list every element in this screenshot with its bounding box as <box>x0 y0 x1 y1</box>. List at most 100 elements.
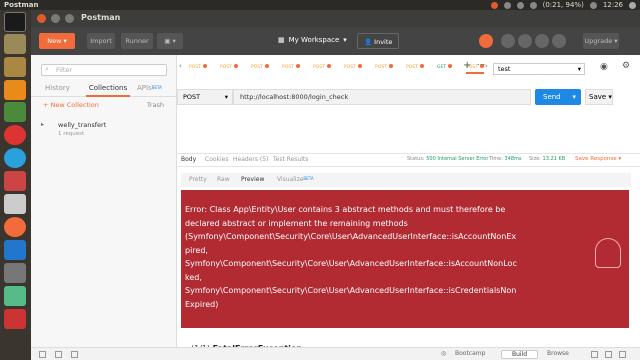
bootcamp-button[interactable]: Bootcamp <box>455 350 485 357</box>
save-label: Save <box>589 93 607 101</box>
environment-select[interactable]: test ▾ <box>493 63 585 75</box>
chevron-left-icon[interactable]: ‹ <box>179 62 182 70</box>
environment-value: test <box>498 65 511 73</box>
tool-icon[interactable] <box>4 171 26 191</box>
view-raw[interactable]: Raw <box>217 176 230 183</box>
ghost-icon <box>595 238 621 268</box>
tab-cookies[interactable]: Cookies <box>205 156 229 163</box>
chrome-icon[interactable] <box>4 125 26 145</box>
save-response-button[interactable]: Save Response ▾ <box>575 156 621 162</box>
files-icon[interactable] <box>4 34 26 54</box>
view-pretty[interactable]: Pretty <box>189 176 207 183</box>
satellite-icon[interactable] <box>501 34 515 48</box>
trash-button[interactable]: Trash <box>147 101 164 109</box>
time-label: Time: <box>489 156 503 162</box>
browse-button[interactable]: Browse <box>547 350 569 357</box>
layout-icon[interactable] <box>591 351 598 358</box>
tab-apis[interactable]: APIsBETA <box>137 81 162 97</box>
request-tabs: ‹ POST POST POST POST POST POST POST POS… <box>177 61 489 75</box>
filter-input[interactable]: Filter <box>41 64 167 76</box>
import-button[interactable]: Import <box>87 33 115 49</box>
send-button[interactable]: Send ▾ <box>535 89 581 105</box>
bootcamp-icon[interactable]: ◎ <box>441 350 446 357</box>
collection-item[interactable]: ▸ welly_transfert 1 request <box>41 121 171 137</box>
tab-headers[interactable]: Headers (5) <box>233 156 268 163</box>
gear-icon[interactable]: ⚙ <box>622 61 630 71</box>
archive-icon[interactable] <box>4 263 26 283</box>
maximize-window-button[interactable] <box>65 14 74 23</box>
clock[interactable]: 12:26 <box>603 0 623 10</box>
terminal-icon[interactable] <box>4 12 26 32</box>
sync-icon[interactable] <box>479 34 493 48</box>
save-button[interactable]: Save ▾ <box>585 89 613 105</box>
postman-icon[interactable] <box>4 217 26 237</box>
error-line: Symfony\Component\Security\Core\User\Adv… <box>185 259 517 268</box>
request-tab-method: POST <box>251 65 263 70</box>
time-value: 348ms <box>504 156 522 162</box>
dropbox-icon[interactable] <box>490 1 498 9</box>
build-button[interactable]: Build <box>501 350 539 359</box>
chevron-down-icon: ▾ <box>577 65 581 73</box>
minimize-window-button[interactable] <box>51 14 60 23</box>
battery-icon[interactable] <box>529 1 537 9</box>
tab-test-results[interactable]: Test Results <box>273 156 308 163</box>
bell-icon[interactable] <box>535 34 549 48</box>
sidebar-toggle-icon[interactable] <box>39 351 46 358</box>
request-tab[interactable]: POST <box>220 62 238 74</box>
gear-icon[interactable] <box>629 1 636 9</box>
spreadsheet-icon[interactable] <box>4 102 26 122</box>
request-tab[interactable]: POST <box>189 62 207 74</box>
window-title: Postman <box>81 13 121 22</box>
tab-history[interactable]: History <box>45 81 70 97</box>
request-tab[interactable]: POST <box>344 62 362 74</box>
database-icon[interactable] <box>4 194 26 214</box>
help-icon[interactable] <box>619 351 626 358</box>
request-tab[interactable]: POST <box>251 62 269 74</box>
telegram-icon[interactable] <box>4 148 26 168</box>
launcher <box>0 10 31 360</box>
workspace-icon: ▦ <box>278 36 285 44</box>
new-button[interactable]: New ▾ <box>39 33 75 49</box>
wifi-icon[interactable] <box>516 1 524 9</box>
app-icon-2[interactable] <box>4 309 26 329</box>
request-tab[interactable]: POST <box>313 62 331 74</box>
workspace-selector[interactable]: ▦ My Workspace ▾ <box>278 36 347 44</box>
vlc-icon[interactable] <box>4 80 26 100</box>
request-tab[interactable]: POST <box>282 62 300 74</box>
tab-collections[interactable]: Collections <box>86 81 130 97</box>
url-input[interactable]: http://localhost:8000/login_check <box>233 89 531 105</box>
volume-icon[interactable] <box>589 1 597 9</box>
runner-button[interactable]: Runner <box>121 33 153 49</box>
error-line: declared abstract or implement the remai… <box>185 218 408 228</box>
system-tray: (0:21, 94%) 12:26 <box>490 0 636 10</box>
method-select[interactable]: POST ▾ <box>177 89 233 105</box>
view-visualize[interactable]: VisualizeBETA <box>277 176 314 183</box>
tab-body[interactable]: Body <box>181 156 196 163</box>
invite-button[interactable]: 👤 Invite <box>357 33 400 49</box>
keyboard-icon[interactable] <box>605 351 612 358</box>
keyboard-icon[interactable] <box>503 1 511 9</box>
software-icon[interactable] <box>4 57 26 77</box>
chevron-down-icon[interactable]: ▾ <box>572 89 576 105</box>
new-window-button[interactable]: ▣ ▾ <box>157 33 183 49</box>
heart-icon[interactable] <box>552 34 566 48</box>
add-user-icon: 👤 <box>364 38 373 46</box>
eye-icon[interactable]: ◉ <box>600 62 608 72</box>
new-collection-button[interactable]: + New Collection <box>43 101 99 109</box>
chevron-right-icon[interactable]: › <box>485 62 488 70</box>
vscode-icon[interactable] <box>4 240 26 260</box>
request-tab-method: POST <box>189 65 201 70</box>
response-time: Time: 348ms <box>489 156 522 162</box>
request-tab[interactable]: POST <box>406 62 424 74</box>
console-icon[interactable] <box>71 351 78 358</box>
search-icon[interactable] <box>55 351 62 358</box>
app-icon[interactable] <box>4 286 26 306</box>
add-tab-icon[interactable]: + <box>463 60 471 71</box>
more-icon[interactable]: ⋯ <box>477 60 485 69</box>
request-tab[interactable]: POST <box>375 62 393 74</box>
upgrade-button[interactable]: Upgrade ▾ <box>583 33 619 49</box>
view-preview[interactable]: Preview <box>241 176 264 183</box>
close-window-button[interactable] <box>37 14 46 23</box>
request-tab[interactable]: GET <box>437 62 453 74</box>
wrench-icon[interactable] <box>518 34 532 48</box>
